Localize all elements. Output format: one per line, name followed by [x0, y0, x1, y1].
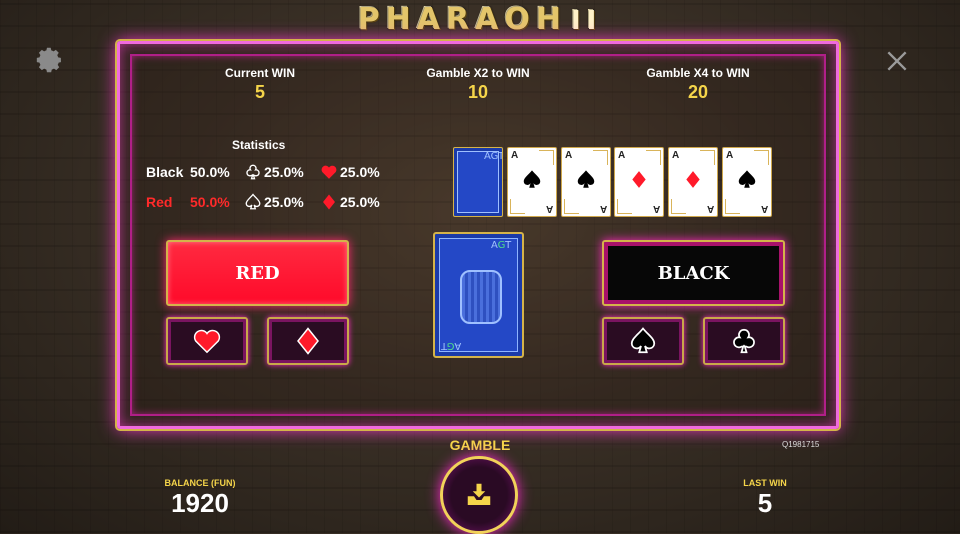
clubs-button[interactable] [703, 317, 785, 365]
gamble-x2-label: Gamble X2 to WIN [426, 66, 530, 80]
stat-black-percent: 50.0% [190, 164, 230, 180]
history-card-spade: AA [722, 147, 772, 217]
card-rank-bottom: A [760, 203, 768, 214]
history-card-brand: AGT [484, 151, 503, 162]
card-emblem [459, 270, 502, 324]
history-card-diamond: AA [614, 147, 664, 217]
stat-red-spades: 25.0% [264, 194, 304, 210]
heart-icon [318, 162, 340, 182]
diamond-icon [683, 170, 703, 195]
black-button[interactable]: BLACK [602, 240, 785, 306]
statistics-title: Statistics [232, 138, 286, 152]
current-win-value: 5 [254, 82, 265, 102]
card-back-art [439, 238, 518, 352]
game-logo: PHARAOH II [0, 2, 960, 37]
card-rank: A [618, 150, 626, 161]
spade-icon [630, 327, 656, 354]
card-rank-bottom: A [706, 203, 714, 214]
card-rank-bottom: A [652, 203, 660, 214]
deck-brand-top: AGT [491, 240, 512, 251]
stat-black-hearts: 25.0% [340, 164, 380, 180]
gamble-x4-value: 20 [687, 82, 709, 102]
history-card-diamond: AA [668, 147, 718, 217]
spades-button[interactable] [602, 317, 684, 365]
history-card-back: AGT [453, 147, 503, 217]
stat-row-red: Red 50.0% 25.0% 25.0% [146, 192, 394, 212]
gamble-x4-label: Gamble X4 to WIN [646, 66, 750, 80]
stat-row-black: Black 50.0% 25.0% 25.0% [146, 162, 394, 182]
current-win: Current WIN 5 [180, 66, 340, 103]
club-icon [733, 328, 755, 354]
spade-icon [521, 169, 543, 196]
card-rank-bottom: A [599, 203, 607, 214]
card-rank: A [565, 150, 573, 161]
gamble-x2-value: 10 [467, 82, 489, 102]
gamble-x2: Gamble X2 to WIN 10 [398, 66, 558, 103]
logo-roman: II [570, 6, 603, 36]
logo-text: PHARAOH [357, 2, 567, 37]
stat-red-diamonds: 25.0% [340, 194, 380, 210]
spade-icon [242, 192, 264, 212]
history-card-spade: AA [561, 147, 611, 217]
club-icon [242, 162, 264, 182]
balance-label: BALANCE (FUN) [164, 478, 236, 488]
deck-brand-bottom: AGT [441, 340, 462, 351]
card-rank: A [726, 150, 734, 161]
red-button[interactable]: RED [166, 240, 349, 306]
card-rank: A [511, 150, 519, 161]
last-win-label: LAST WIN [743, 478, 787, 488]
close-icon[interactable] [884, 48, 910, 74]
round-id: Q1981715 [782, 440, 820, 449]
spade-icon [575, 169, 597, 196]
collect-icon [467, 483, 491, 505]
hearts-button[interactable] [166, 317, 248, 365]
diamonds-button[interactable] [267, 317, 349, 365]
last-win-value: 5 [757, 488, 773, 518]
stat-red-label: Red [146, 194, 173, 210]
spade-icon [736, 169, 758, 196]
current-win-label: Current WIN [225, 66, 295, 80]
gamble-x4: Gamble X4 to WIN 20 [618, 66, 778, 103]
stat-red-percent: 50.0% [190, 194, 230, 210]
diamond-icon [297, 327, 319, 355]
balance-value: 1920 [171, 488, 229, 518]
stat-black-label: Black [146, 164, 184, 180]
stat-black-clubs: 25.0% [264, 164, 304, 180]
collect-button[interactable] [440, 456, 518, 534]
gear-icon[interactable] [36, 46, 64, 74]
history-card-spade: AA [507, 147, 557, 217]
card-rank: A [672, 150, 680, 161]
diamond-icon [629, 170, 649, 195]
diamond-icon [318, 192, 340, 212]
heart-icon [193, 329, 221, 354]
deck-card-back: AGT AGT [433, 232, 524, 358]
card-rank-bottom: A [545, 203, 553, 214]
